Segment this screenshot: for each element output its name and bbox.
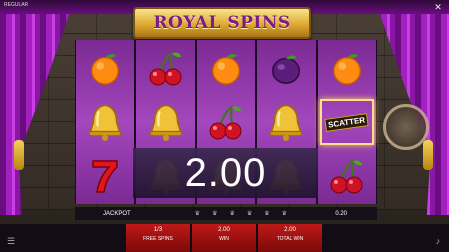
- jackpot-value: 0.20: [335, 210, 347, 217]
- reel-1: [76, 40, 135, 204]
- total-win-value: 2.00: [284, 227, 296, 233]
- crown-icon: ♛: [212, 211, 218, 217]
- win-label: WIN: [219, 236, 229, 242]
- scatter-symbol: SCATTER: [318, 97, 376, 147]
- bottom-panel: 1/3 FREE SPINS 2.00 WIN 2.00 TOTAL WIN ☰…: [0, 224, 449, 252]
- win-value: 2.00: [218, 227, 230, 233]
- cherries-symbol: [318, 151, 376, 201]
- orange-symbol: [76, 43, 134, 93]
- game-stage: REGULAR ✕ ROYAL SPINS SCATTER 2.00 JACKP…: [0, 0, 449, 252]
- reel-5: SCATTER: [317, 40, 377, 204]
- bell-symbol: [257, 97, 315, 147]
- sound-icon[interactable]: ♪: [433, 236, 443, 246]
- crown-icon: ♛: [264, 211, 270, 217]
- game-title-banner: ROYAL SPINS: [133, 7, 311, 39]
- jackpot-bar: JACKPOT ♛ ♛ ♛ ♛ ♛ ♛ 0.20: [75, 207, 377, 220]
- crown-icon: ♛: [281, 211, 288, 217]
- orange-symbol: [197, 43, 255, 93]
- cherries-symbol: [136, 43, 194, 93]
- plum-symbol: [257, 43, 315, 93]
- total-win-panel: 2.00 TOTAL WIN: [258, 224, 322, 252]
- cherries-symbol: [197, 97, 255, 147]
- total-win-label: TOTAL WIN: [276, 236, 304, 242]
- free-spins-value: 1/3: [153, 227, 163, 233]
- crown-icon: ♛: [246, 211, 253, 217]
- win-amount-overlay: 2.00: [133, 148, 318, 198]
- bell-symbol: [76, 97, 134, 147]
- game-title: ROYAL SPINS: [153, 13, 291, 33]
- orange-symbol: [318, 43, 376, 93]
- win-amount: 2.00: [184, 150, 267, 195]
- seven-symbol: [76, 151, 134, 201]
- left-tassel: [14, 140, 24, 170]
- free-spins-label: FREE SPINS: [143, 236, 173, 242]
- crown-icon: ♛: [229, 211, 235, 217]
- close-icon[interactable]: ✕: [433, 2, 443, 12]
- free-spins-panel: 1/3 FREE SPINS: [126, 224, 190, 252]
- crown-icon: ♛: [194, 211, 201, 217]
- bell-symbol: [136, 97, 194, 147]
- menu-icon[interactable]: ☰: [6, 236, 16, 246]
- jackpot-label: JACKPOT: [103, 210, 131, 217]
- mode-label: REGULAR: [4, 2, 29, 8]
- spin-button[interactable]: [383, 104, 429, 150]
- right-tassel: [423, 140, 433, 170]
- jackpot-icons: ♛ ♛ ♛ ♛ ♛ ♛: [195, 210, 287, 217]
- win-panel: 2.00 WIN: [192, 224, 256, 252]
